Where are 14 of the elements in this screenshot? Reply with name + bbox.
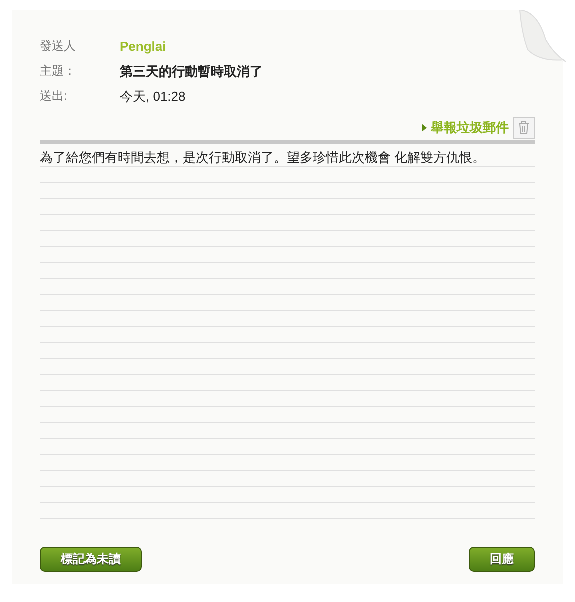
date-text: 今天, 01:28 <box>120 88 186 106</box>
field-label: 發送人 <box>40 38 77 55</box>
reply-button[interactable]: 回應 <box>469 547 535 572</box>
mark-unread-button[interactable]: 標記為未讀 <box>40 547 142 572</box>
field-label: 主題： <box>40 63 77 80</box>
message-body: 為了給您們有時間去想，是次行動取消了。望多珍惜此次機會 化解雙方仇恨。 <box>40 150 487 166</box>
trash-button[interactable] <box>513 117 535 139</box>
folded-corner-drawing <box>518 10 566 62</box>
triangle-icon <box>422 124 427 132</box>
subject-text: 第三天的行動暫時取消了 <box>120 62 263 80</box>
trash-icon <box>518 121 530 135</box>
sender-name: Penglai <box>120 39 166 54</box>
report-spam-link[interactable]: 舉報垃圾郵件 <box>422 119 509 137</box>
field-label: 送出: <box>40 88 68 105</box>
